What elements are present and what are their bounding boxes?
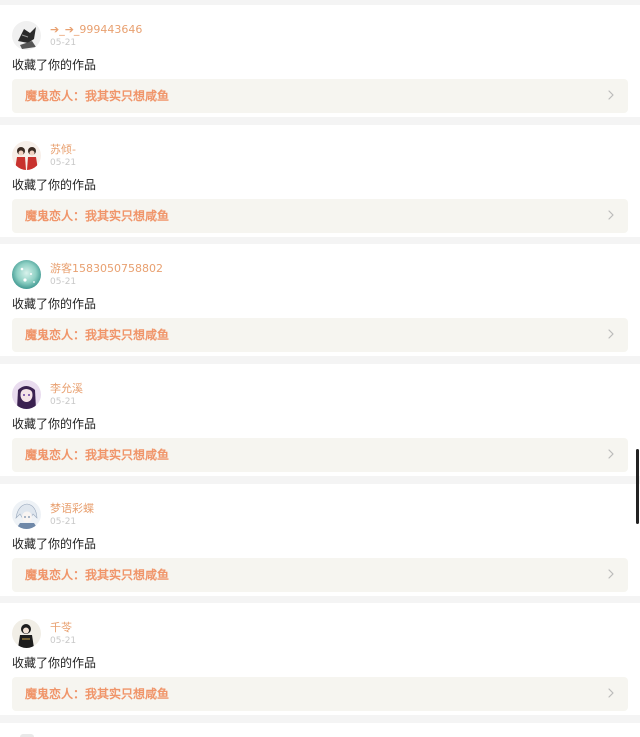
notification-item: 李允溪 05-21 收藏了你的作品 魔鬼恋人：我其实只想咸鱼 [0,364,640,476]
username[interactable]: 游客1583050758802 [50,262,163,276]
timestamp: 05-21 [50,277,77,287]
work-link[interactable]: 魔鬼恋人：我其实只想咸鱼 [12,558,628,592]
user-avatar[interactable] [12,619,41,648]
chevron-right-icon [608,210,614,220]
username[interactable]: ➔_➔_999443646 [50,23,142,37]
user-avatar[interactable] [12,380,41,409]
timestamp: 05-21 [50,636,77,646]
work-link[interactable]: 魔鬼恋人：我其实只想咸鱼 [12,199,628,233]
username[interactable]: 梦语彩蝶 [50,502,94,516]
action-text: 收藏了你的作品 [12,178,97,192]
white-hair-anime-avatar-icon [12,500,41,529]
user-avatar[interactable] [12,21,41,50]
notification-item: 千苓 05-21 收藏了你的作品 魔鬼恋人：我其实只想咸鱼 [0,603,640,715]
action-text: 收藏了你的作品 [12,537,97,551]
timestamp: 05-21 [50,158,77,168]
work-title: 魔鬼恋人：我其实只想咸鱼 [25,209,170,223]
user-avatar[interactable] [12,141,41,170]
timestamp: 05-21 [50,517,77,527]
action-text: 收藏了你的作品 [12,417,97,431]
chevron-right-icon [608,569,614,579]
dark-figure-avatar-icon [12,619,41,648]
timestamp: 05-21 [50,38,77,48]
work-title: 魔鬼恋人：我其实只想咸鱼 [25,687,170,701]
work-link[interactable]: 魔鬼恋人：我其实只想咸鱼 [12,318,628,352]
action-text: 收藏了你的作品 [12,297,97,311]
chevron-right-icon [608,329,614,339]
action-text: 收藏了你的作品 [12,656,97,670]
user-avatar[interactable] [12,260,41,289]
username[interactable]: 李允溪 [50,382,83,396]
chevron-right-icon [608,449,614,459]
notification-item: ➔_➔_999443646 05-21 收藏了你的作品 魔鬼恋人：我其实只想咸鱼 [0,5,640,117]
couple-red-avatar-icon [12,141,41,170]
purple-anime-girl-avatar-icon [12,380,41,409]
work-title: 魔鬼恋人：我其实只想咸鱼 [25,448,170,462]
timestamp: 05-21 [50,397,77,407]
notification-item: 游客1583050758802 05-21 收藏了你的作品 魔鬼恋人：我其实只想… [0,244,640,356]
sketch-anime-avatar-icon [12,21,41,50]
work-title: 魔鬼恋人：我其实只想咸鱼 [25,568,170,582]
work-link[interactable]: 魔鬼恋人：我其实只想咸鱼 [12,79,628,113]
scrollbar[interactable] [636,449,639,524]
chevron-right-icon [608,688,614,698]
notification-item: 梦语彩蝶 05-21 收藏了你的作品 魔鬼恋人：我其实只想咸鱼 [0,484,640,596]
work-link[interactable]: 魔鬼恋人：我其实只想咸鱼 [12,438,628,472]
chevron-right-icon [608,90,614,100]
username[interactable]: 千苓 [50,621,72,635]
action-text: 收藏了你的作品 [12,58,97,72]
notification-item-partial [0,723,640,737]
username[interactable]: 苏倾- [50,143,76,157]
notification-item: 苏倾- 05-21 收藏了你的作品 魔鬼恋人：我其实只想咸鱼 [0,125,640,237]
user-avatar[interactable] [12,500,41,529]
work-title: 魔鬼恋人：我其实只想咸鱼 [25,328,170,342]
teal-sparkle-avatar-icon [12,260,41,289]
work-title: 魔鬼恋人：我其实只想咸鱼 [25,89,170,103]
work-link[interactable]: 魔鬼恋人：我其实只想咸鱼 [12,677,628,711]
